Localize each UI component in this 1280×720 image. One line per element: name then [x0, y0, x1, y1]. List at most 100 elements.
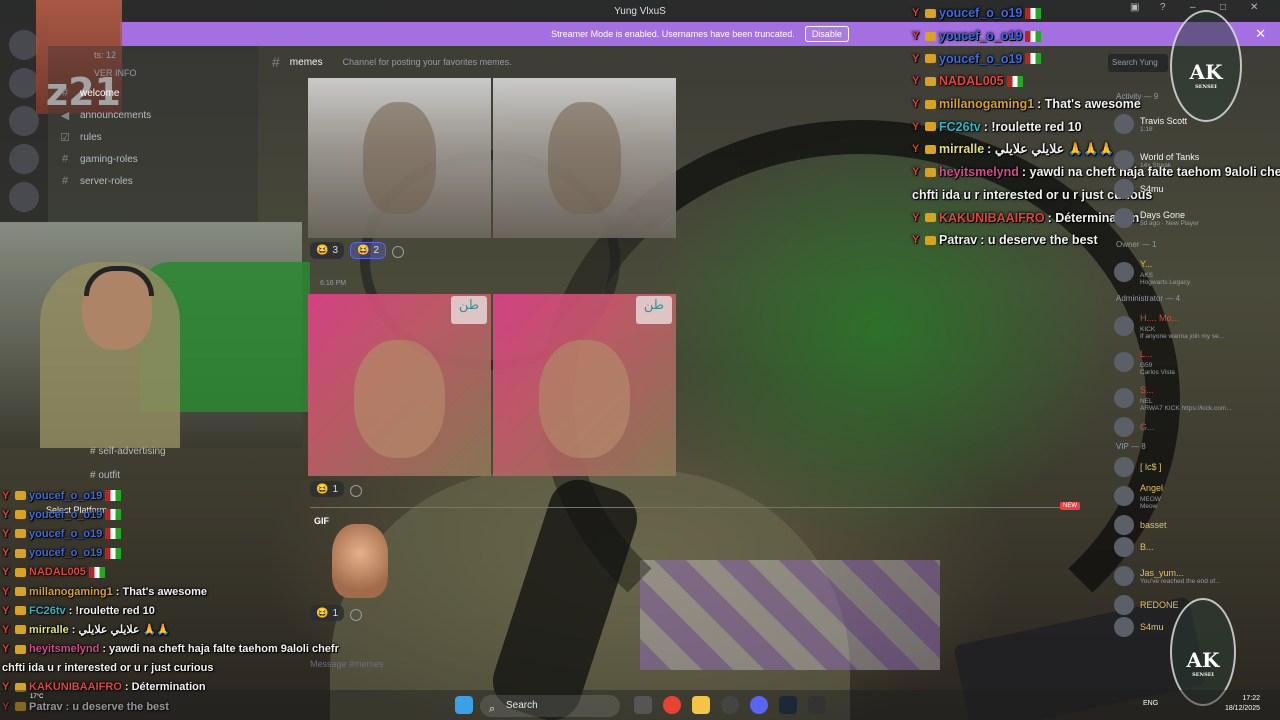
channel-label: self-advertising: [98, 446, 166, 457]
member-item[interactable]: B...: [1108, 536, 1280, 558]
meme-image[interactable]: طن: [493, 294, 676, 476]
member-item[interactable]: S... NEL ARWA7 KICK https://kick.com...: [1108, 380, 1280, 416]
hash-icon: #: [61, 153, 69, 165]
channel-self-advertising[interactable]: # self-advertising: [90, 446, 166, 457]
member-status: If anyone wanna join my se...: [1140, 332, 1225, 340]
member-name: B...: [1140, 542, 1154, 552]
channel-server-roles[interactable]: # server-roles: [48, 170, 258, 192]
platform-badge-icon: Y: [912, 143, 920, 156]
member-name: Angel: [1140, 482, 1164, 493]
member-item[interactable]: G...: [1108, 416, 1280, 438]
chat-username: KAKUNIBAAIFRO: [939, 210, 1045, 225]
meme-image[interactable]: [308, 78, 491, 238]
add-reaction-icon[interactable]: [350, 485, 363, 497]
member-tag: NEL: [1140, 397, 1153, 405]
chat-username: youcef_o_o19: [29, 508, 103, 521]
weather-widget[interactable]: 17°C: [30, 694, 43, 700]
member-item[interactable]: [ lc$ ]: [1108, 456, 1280, 478]
member-status: Carlos Vista: [1140, 368, 1175, 376]
crown-badge-icon: [925, 8, 936, 18]
clock[interactable]: 17:22 18/12/2025: [1225, 694, 1260, 714]
member-item[interactable]: L... G59 Carlos Vista: [1108, 344, 1280, 380]
member-item[interactable]: World of Tanks 14x Streak: [1108, 142, 1280, 178]
flag-icon: [105, 547, 122, 559]
reaction[interactable]: 😆 2: [350, 242, 387, 259]
disable-streamer-mode-button[interactable]: Disable: [804, 26, 849, 42]
hash-icon: #: [272, 54, 280, 70]
taskbar-search-label: Search: [506, 700, 538, 711]
add-reaction-icon[interactable]: [350, 609, 363, 621]
chat-username: heyitsmelynd: [29, 643, 100, 656]
member-item[interactable]: H.... Mo... KICK If anyone wanna join my s…: [1108, 308, 1280, 344]
meme-image-grid[interactable]: طن طن: [308, 294, 676, 476]
channel-label: welcome: [80, 87, 120, 99]
channel-gaming-roles[interactable]: # gaming-roles: [48, 148, 258, 170]
meme-image-grid[interactable]: [308, 78, 676, 238]
member-name: S...: [1140, 384, 1154, 395]
server-icon[interactable]: [9, 144, 39, 174]
avatar: [1114, 617, 1134, 637]
member-status: ARWA7 KICK https://kick.com...: [1140, 404, 1232, 412]
steam-icon[interactable]: [779, 696, 797, 714]
language-indicator[interactable]: ENG: [1143, 700, 1158, 707]
flag-icon: [1025, 7, 1042, 19]
member-info: H.... Mo... KICK If anyone wanna join my s…: [1140, 313, 1224, 340]
channel-label: server-roles: [80, 175, 133, 187]
member-status: 1:18: [1140, 125, 1153, 133]
server-icon[interactable]: [9, 182, 39, 212]
task-view-icon[interactable]: [634, 696, 652, 714]
add-reaction-icon[interactable]: [392, 246, 405, 258]
chat-username: mirralle: [939, 142, 985, 157]
file-explorer-icon[interactable]: [692, 696, 710, 714]
window-title: Yung VlxuS: [614, 5, 666, 17]
meme-image[interactable]: [493, 78, 676, 238]
chat-text: : yawdi na cheft haja falte taehom 9alol…: [102, 643, 339, 656]
chat-line: Y FC26tv: !roulette red 10: [2, 601, 339, 620]
flag-icon: [105, 490, 122, 502]
reaction-count: 3: [332, 245, 339, 256]
member-item[interactable]: S4mu: [1108, 178, 1280, 200]
message-input[interactable]: Message #memes: [300, 652, 1120, 676]
member-name: G...: [1140, 422, 1155, 432]
obs-icon[interactable]: [721, 696, 739, 714]
member-item[interactable]: basset: [1108, 514, 1280, 536]
avatar: [1114, 566, 1134, 586]
channel-announcements[interactable]: ◀ announcements: [48, 104, 258, 126]
new-tag: NEW: [1060, 502, 1080, 510]
gif-image[interactable]: [332, 524, 388, 598]
channel-outfit[interactable]: # outfit: [90, 470, 120, 481]
message-timestamp: 6:16 PM: [320, 280, 347, 287]
server-icon[interactable]: [9, 106, 39, 136]
member-item[interactable]: Y... AKS Hogwarts Legacy: [1108, 254, 1280, 290]
member-info: Days Gone 5d ago · New Player: [1140, 210, 1199, 227]
chat-text: : u deserve the best: [980, 233, 1098, 248]
channel-rules[interactable]: ☑ rules: [48, 126, 258, 148]
app-icon[interactable]: [808, 696, 826, 714]
member-item[interactable]: Days Gone 5d ago · New Player: [1108, 200, 1280, 236]
member-item[interactable]: Jas_yum... You've reached the end of...: [1108, 558, 1280, 594]
search-icon: ⌕: [489, 703, 496, 715]
channel-label: gaming-roles: [80, 153, 138, 165]
new-messages-divider: NEW: [310, 502, 1080, 510]
discord-icon[interactable]: [750, 696, 768, 714]
chat-username: youcef_o_o19: [29, 547, 103, 560]
platform-badge-icon: Y: [912, 52, 920, 65]
logo-text: AK: [1186, 648, 1220, 672]
member-status: You've reached the end of...: [1140, 577, 1221, 585]
chat-username: NADAL005: [29, 566, 86, 579]
channel-welcome[interactable]: # welcome: [48, 82, 258, 104]
member-group-header: VIP — 8: [1116, 442, 1146, 451]
start-icon[interactable]: [455, 696, 473, 714]
taskbar-search[interactable]: ⌕ Search: [480, 695, 620, 717]
reaction[interactable]: 😆 3: [310, 242, 345, 259]
meme-image[interactable]: طن: [308, 294, 491, 476]
chrome-icon[interactable]: [663, 696, 681, 714]
member-info: L... G59 Carlos Vista: [1140, 349, 1175, 376]
server-icon[interactable]: [9, 68, 39, 98]
hash-icon: #: [61, 175, 69, 187]
server-icon[interactable]: [9, 30, 39, 60]
member-item[interactable]: Angel MEOW Meow: [1108, 478, 1280, 514]
platform-badge-icon: Y: [2, 566, 10, 579]
stream-logo: AK SENSEI: [1170, 10, 1242, 122]
avatar: [1114, 208, 1134, 228]
